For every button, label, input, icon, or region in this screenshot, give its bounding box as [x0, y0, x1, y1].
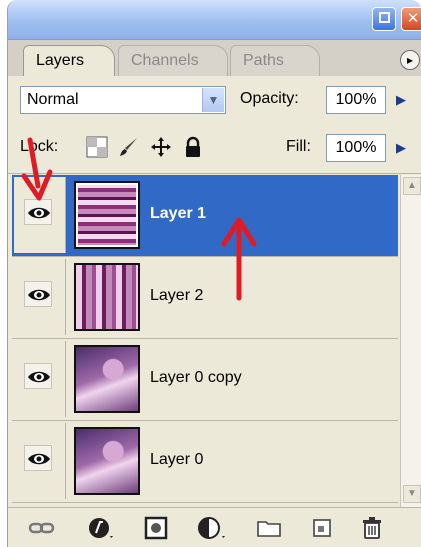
- scroll-up-icon[interactable]: ▲: [403, 177, 421, 195]
- tab-layers[interactable]: Layers: [23, 45, 115, 76]
- close-button[interactable]: ✕: [401, 7, 421, 31]
- opacity-input[interactable]: 100%: [326, 86, 386, 114]
- layer-thumbnail[interactable]: [74, 427, 140, 495]
- blend-row: Normal ▼ Opacity: 100% ▶: [8, 76, 421, 122]
- visibility-toggle[interactable]: [24, 281, 52, 307]
- layer-row-layer-2[interactable]: Layer 2: [12, 257, 398, 339]
- lock-transparent-icon[interactable]: [86, 136, 108, 158]
- layer-list-scrollbar[interactable]: ▲ ▼: [400, 175, 421, 507]
- new-layer-icon[interactable]: [310, 516, 334, 540]
- tab-channels[interactable]: Channels: [118, 45, 228, 76]
- visibility-cell[interactable]: [14, 423, 66, 499]
- blend-mode-select[interactable]: Normal ▼: [20, 86, 226, 114]
- minimize-icon: [379, 12, 390, 23]
- opacity-label: Opacity:: [240, 90, 299, 107]
- visibility-cell[interactable]: [14, 259, 66, 335]
- layer-row-layer-0[interactable]: Layer 0: [12, 421, 398, 503]
- layer-thumbnail[interactable]: [74, 263, 140, 331]
- lock-pixels-brush-icon[interactable]: [118, 136, 140, 158]
- layer-name[interactable]: Layer 2: [150, 287, 203, 305]
- visibility-toggle[interactable]: [24, 199, 52, 225]
- layers-panel: ✕ Paths Channels Layers ▸ Normal ▼ Opaci…: [7, 0, 421, 547]
- eye-icon: [28, 453, 50, 465]
- lock-label: Lock:: [20, 138, 59, 155]
- adjustment-icon[interactable]: [198, 516, 225, 540]
- layer-row-layer-1[interactable]: Layer 1: [12, 175, 398, 257]
- scroll-down-icon[interactable]: ▼: [403, 485, 421, 503]
- lock-row: Lock: Fill: 100% ▶: [8, 122, 421, 174]
- fill-input[interactable]: 100%: [326, 134, 386, 162]
- layer-name[interactable]: Layer 0: [150, 451, 203, 469]
- fill-label: Fill:: [286, 138, 311, 155]
- title-bar[interactable]: ✕: [8, 0, 421, 40]
- link-icon[interactable]: [28, 516, 55, 540]
- fx-icon[interactable]: [88, 516, 113, 540]
- layer-thumbnail[interactable]: [74, 181, 140, 249]
- lock-all-padlock-icon[interactable]: [182, 136, 204, 158]
- layer-thumbnail[interactable]: [74, 345, 140, 413]
- opacity-slider-arrow-icon[interactable]: ▶: [392, 86, 410, 114]
- tab-paths[interactable]: Paths: [230, 45, 320, 76]
- close-icon: ✕: [406, 10, 420, 27]
- chevron-down-icon[interactable]: ▼: [202, 88, 224, 112]
- visibility-cell[interactable]: [14, 341, 66, 417]
- mask-icon[interactable]: [144, 516, 168, 540]
- visibility-cell[interactable]: [14, 177, 66, 253]
- eye-icon: [28, 207, 50, 219]
- fill-slider-arrow-icon[interactable]: ▶: [392, 134, 410, 162]
- layer-name[interactable]: Layer 0 copy: [150, 369, 242, 387]
- minimize-button[interactable]: [372, 7, 396, 31]
- panel-menu-icon: ▸: [406, 53, 414, 67]
- panel-tabs: Paths Channels Layers ▸: [8, 40, 421, 76]
- folder-icon[interactable]: [256, 516, 281, 540]
- eye-icon: [28, 371, 50, 383]
- lock-icons: [86, 136, 204, 160]
- visibility-toggle[interactable]: [24, 445, 52, 471]
- lock-position-move-icon[interactable]: [150, 136, 172, 158]
- eye-icon: [28, 289, 50, 301]
- visibility-toggle[interactable]: [24, 363, 52, 389]
- layer-name[interactable]: Layer 1: [150, 205, 206, 223]
- trash-icon[interactable]: [360, 516, 384, 540]
- layers-bottom-toolbar: [8, 507, 421, 547]
- blend-mode-value: Normal: [27, 91, 79, 108]
- layer-list: Layer 1 Layer 2 Layer 0 copy Layer 0: [12, 175, 398, 507]
- panel-menu-button[interactable]: ▸: [400, 50, 420, 70]
- layer-row-layer-0-copy[interactable]: Layer 0 copy: [12, 339, 398, 421]
